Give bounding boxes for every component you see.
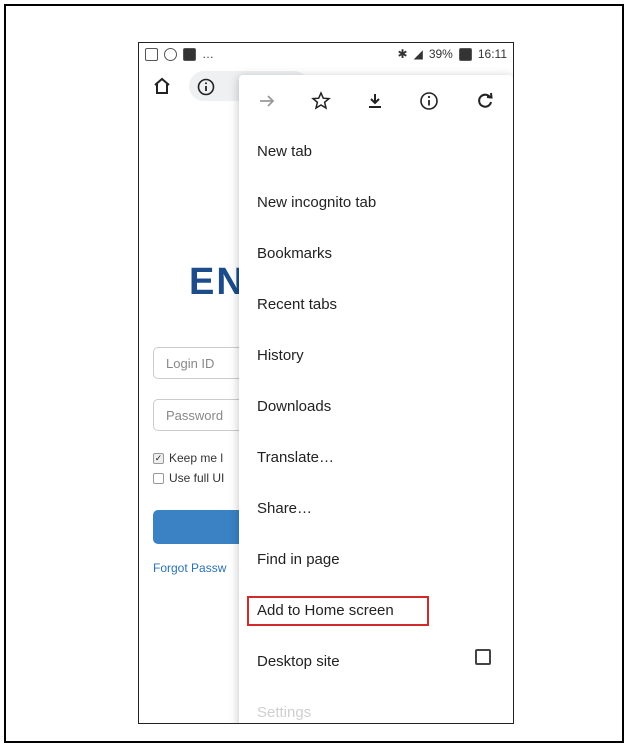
site-logo: EN xyxy=(189,261,246,303)
overflow-menu: New tab New incognito tab Bookmarks Rece… xyxy=(239,75,513,723)
refresh-icon[interactable] xyxy=(475,91,495,111)
menu-item-translate[interactable]: Translate… xyxy=(257,449,334,466)
bluetooth-icon: ✱ xyxy=(397,47,408,61)
use-full-row[interactable]: Use full UI xyxy=(153,471,224,485)
page-info-icon[interactable] xyxy=(419,91,439,111)
menu-item-desktop-site[interactable]: Desktop site xyxy=(257,653,340,670)
keep-me-label: Keep me l xyxy=(169,451,224,465)
menu-item-downloads[interactable]: Downloads xyxy=(257,398,331,415)
menu-item-new-tab[interactable]: New tab xyxy=(257,143,312,160)
blocked-notification-icon xyxy=(164,47,177,61)
info-icon[interactable] xyxy=(197,78,215,96)
more-notifications-icon: … xyxy=(202,47,215,61)
menu-item-new-incognito-tab[interactable]: New incognito tab xyxy=(257,194,376,211)
forward-arrow-icon[interactable] xyxy=(257,91,277,111)
menu-item-bookmarks[interactable]: Bookmarks xyxy=(257,245,332,262)
phone-screen: … ✱ ◢ 39% 16:11 EN Login ID Password ✓ K… xyxy=(138,42,514,724)
home-icon[interactable] xyxy=(153,77,171,95)
signal-icon: ◢ xyxy=(413,47,423,61)
image-notification-icon xyxy=(145,47,158,61)
menu-item-share[interactable]: Share… xyxy=(257,500,312,517)
status-left: … xyxy=(145,47,215,61)
download-icon[interactable] xyxy=(365,91,385,111)
outer-frame: … ✱ ◢ 39% 16:11 EN Login ID Password ✓ K… xyxy=(4,4,624,743)
battery-percent: 39% xyxy=(428,47,453,61)
menu-item-add-to-home-screen[interactable]: Add to Home screen xyxy=(257,602,394,619)
clock: 16:11 xyxy=(477,47,507,61)
status-bar: … ✱ ◢ 39% 16:11 xyxy=(139,43,513,65)
use-full-label: Use full UI xyxy=(169,471,225,485)
star-icon[interactable] xyxy=(311,91,331,111)
status-right: ✱ ◢ 39% 16:11 xyxy=(398,47,507,61)
menu-item-recent-tabs[interactable]: Recent tabs xyxy=(257,296,337,313)
menu-item-history[interactable]: History xyxy=(257,347,304,364)
keep-me-checkbox[interactable]: ✓ xyxy=(153,452,164,464)
forgot-password-link[interactable]: Forgot Passw xyxy=(153,561,226,575)
battery-icon xyxy=(458,47,472,61)
use-full-checkbox[interactable] xyxy=(153,472,164,484)
menu-icon-row xyxy=(239,75,513,127)
desktop-site-checkbox[interactable] xyxy=(475,649,491,665)
shopping-bag-icon xyxy=(183,47,196,61)
keep-me-row[interactable]: ✓ Keep me l xyxy=(153,451,223,465)
menu-item-find-in-page[interactable]: Find in page xyxy=(257,551,340,568)
menu-item-settings[interactable]: Settings xyxy=(257,704,311,721)
